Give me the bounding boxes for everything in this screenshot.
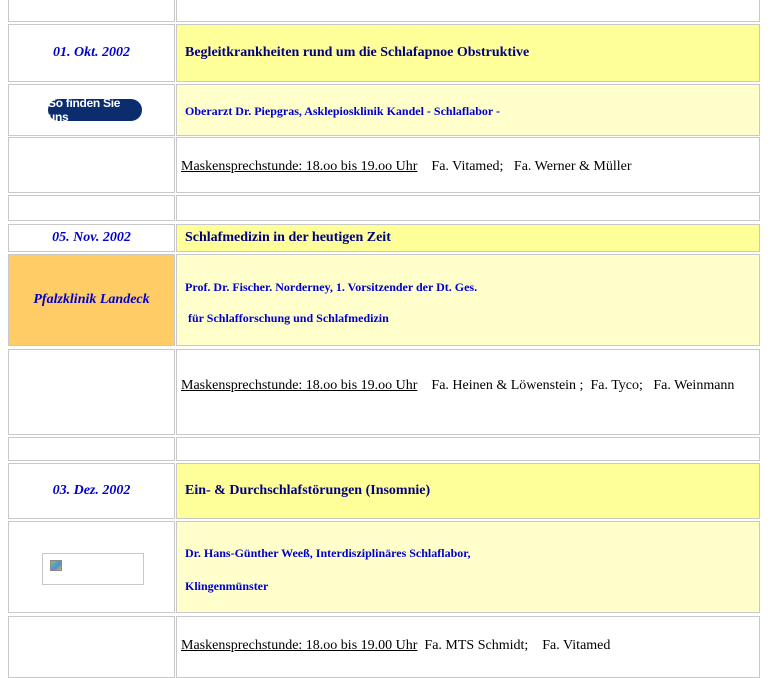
spacer-cell xyxy=(8,0,175,22)
broken-image-icon xyxy=(50,560,62,571)
location-text: Pfalzklinik Landeck xyxy=(33,292,150,307)
mask-hours-text: Maskensprechstunde: 18.oo bis 19.oo Uhr … xyxy=(177,377,759,394)
event-title-text: Schlafmedizin in der heutigen Zeit xyxy=(185,230,391,245)
event-date-text: 05. Nov. 2002 xyxy=(52,230,131,245)
event-title: Schlafmedizin in der heutigen Zeit xyxy=(176,224,760,252)
speaker-line: Oberarzt Dr. Piepgras, Asklepiosklinik K… xyxy=(185,104,501,118)
event-date-text: 03. Dez. 2002 xyxy=(52,483,131,498)
empty-cell xyxy=(8,616,175,678)
speaker-line: Klingenmünster xyxy=(185,579,269,593)
mask-hours-label: Maskensprechstunde: 18.oo bis 19.00 Uhr xyxy=(181,638,418,653)
location-cell: Pfalzklinik Landeck xyxy=(8,254,175,346)
speaker-cell: Dr. Hans-Günther Weeß, Interdisziplinäre… xyxy=(176,521,760,613)
event-date: 03. Dez. 2002 xyxy=(8,463,175,519)
spacer-cell xyxy=(8,195,175,221)
spacer-cell xyxy=(8,437,175,461)
event-title: Ein- & Durchschlafstörungen (Insomnie) xyxy=(176,463,760,519)
mask-firms: Fa. MTS Schmidt; Fa. Vitamed xyxy=(417,638,611,653)
speaker-line: Prof. Dr. Fischer. Norderney, 1. Vorsitz… xyxy=(185,280,478,294)
mask-cell: Maskensprechstunde: 18.oo bis 19.oo Uhr … xyxy=(176,137,760,193)
mask-hours-text: Maskensprechstunde: 18.oo bis 19.oo Uhr … xyxy=(177,158,759,175)
mask-hours-text: Maskensprechstunde: 18.oo bis 19.00 Uhr … xyxy=(177,637,759,654)
mask-firms: Fa. Vitamed; Fa. Werner & Müller xyxy=(417,159,632,174)
broken-image xyxy=(42,553,144,585)
spacer-cell xyxy=(176,195,760,221)
mask-hours-label: Maskensprechstunde: 18.oo bis 19.oo Uhr xyxy=(181,159,418,174)
map-link-button[interactable]: So finden Sie uns xyxy=(48,96,142,124)
speaker-cell: Oberarzt Dr. Piepgras, Asklepiosklinik K… xyxy=(176,84,760,136)
spacer-cell xyxy=(176,437,760,461)
speaker-line: für Schlafforschung und Schlafmedizin xyxy=(185,311,389,325)
mask-cell: Maskensprechstunde: 18.oo bis 19.00 Uhr … xyxy=(176,616,760,678)
speaker-cell: Prof. Dr. Fischer. Norderney, 1. Vorsitz… xyxy=(176,254,760,346)
map-link-cell: So finden Sie uns xyxy=(8,84,175,136)
event-title-text: Begleitkrankheiten rund um die Schlafapn… xyxy=(185,45,530,60)
event-title-text: Ein- & Durchschlafstörungen (Insomnie) xyxy=(185,483,431,498)
empty-cell xyxy=(8,349,175,435)
empty-cell xyxy=(8,137,175,193)
spacer-cell xyxy=(176,0,760,22)
mask-firms: Fa. Heinen & Löwenstein ; Fa. Tyco; Fa. … xyxy=(417,378,735,393)
event-date: 05. Nov. 2002 xyxy=(8,224,175,252)
speaker-line: Dr. Hans-Günther Weeß, Interdisziplinäre… xyxy=(185,546,471,560)
event-date: 01. Okt. 2002 xyxy=(8,24,175,82)
mask-hours-label: Maskensprechstunde: 18.oo bis 19.oo Uhr xyxy=(181,378,418,393)
event-title: Begleitkrankheiten rund um die Schlafapn… xyxy=(176,24,760,82)
event-date-text: 01. Okt. 2002 xyxy=(53,45,130,60)
mask-cell: Maskensprechstunde: 18.oo bis 19.oo Uhr … xyxy=(176,349,760,435)
image-cell xyxy=(8,521,175,613)
